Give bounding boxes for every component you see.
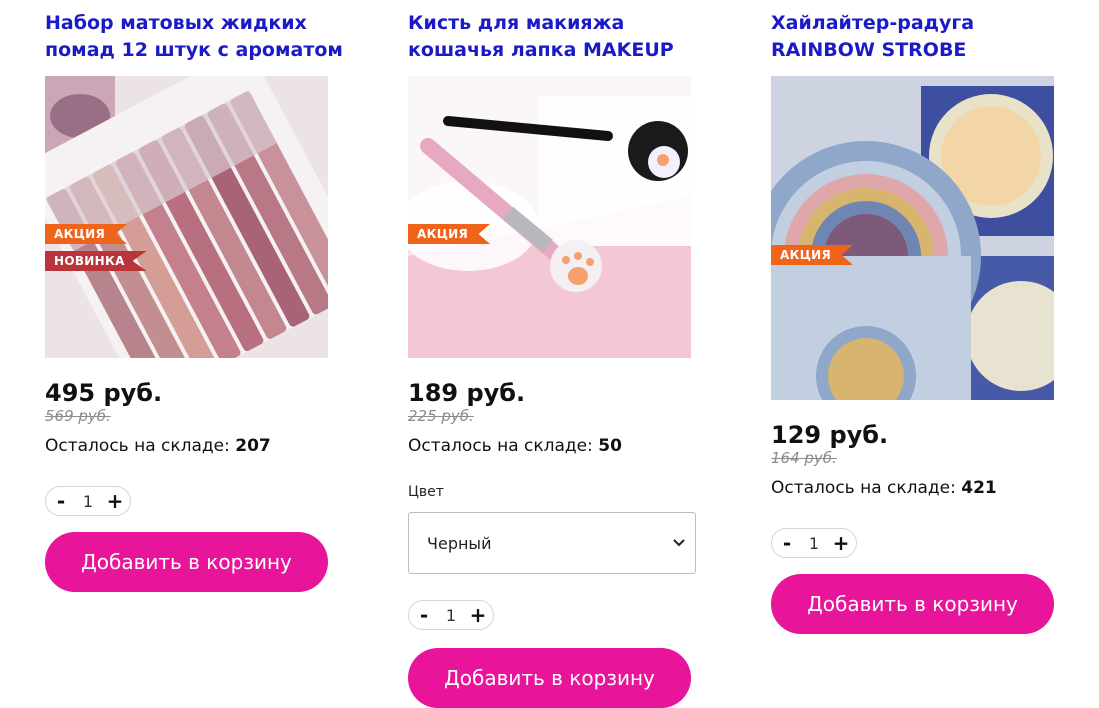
old-price: 569 руб.	[45, 407, 111, 425]
stock-label: Осталось на складе:	[45, 436, 230, 456]
stock-info: Осталось на складе: 207	[45, 435, 345, 457]
quantity-value[interactable]: 1	[438, 606, 464, 625]
product-price: 189 руб.	[408, 379, 526, 407]
color-label: Цвет	[408, 484, 444, 500]
old-price: 164 руб.	[771, 449, 837, 467]
sale-badge: АКЦИЯ	[408, 224, 491, 244]
decrease-button[interactable]: -	[774, 528, 800, 558]
quantity-value[interactable]: 1	[75, 492, 101, 511]
rainbow-highlighter-image	[771, 76, 1054, 400]
increase-button[interactable]: +	[102, 486, 128, 516]
chevron-down-icon	[673, 539, 685, 547]
stock-value: 50	[598, 436, 622, 456]
add-to-cart-button[interactable]: Добавить в корзину	[771, 574, 1054, 634]
color-select[interactable]: Черный	[408, 512, 696, 574]
quantity-stepper: - 1 +	[408, 600, 494, 630]
increase-button[interactable]: +	[465, 600, 491, 630]
product-title[interactable]: Набор матовых жидких помад 12 штук с аро…	[45, 0, 345, 64]
stock-info: Осталось на складе: 421	[771, 477, 1071, 499]
product-price: 129 руб.	[771, 421, 889, 449]
stock-label: Осталось на складе:	[771, 478, 956, 498]
stock-info: Осталось на складе: 50	[408, 435, 708, 457]
color-select-value: Черный	[427, 533, 492, 553]
stock-value: 207	[235, 436, 271, 456]
product-image[interactable]: АКЦИЯ	[408, 76, 691, 358]
quantity-value[interactable]: 1	[801, 534, 827, 553]
product-image[interactable]: АКЦИЯ	[771, 76, 1054, 400]
sale-badge: АКЦИЯ	[45, 224, 128, 244]
product-card-rainbow-highlighter: Хайлайтер-радуга RAINBOW STROBE АКЦИЯ 12…	[771, 0, 1071, 634]
product-price: 495 руб.	[45, 379, 163, 407]
product-card-lipstick-set: Набор матовых жидких помад 12 штук с аро…	[45, 0, 345, 592]
decrease-button[interactable]: -	[48, 486, 74, 516]
increase-button[interactable]: +	[828, 528, 854, 558]
stock-label: Осталось на складе:	[408, 436, 593, 456]
sale-badge: АКЦИЯ	[771, 245, 854, 265]
lipstick-set-image	[45, 76, 328, 358]
product-title[interactable]: Кисть для макияжа кошачья лапка MAKEUP	[408, 0, 708, 64]
product-image[interactable]: АКЦИЯ НОВИНКА	[45, 76, 328, 358]
quantity-stepper: - 1 +	[45, 486, 131, 516]
product-title[interactable]: Хайлайтер-радуга RAINBOW STROBE	[771, 0, 1071, 64]
add-to-cart-button[interactable]: Добавить в корзину	[408, 648, 691, 708]
add-to-cart-button[interactable]: Добавить в корзину	[45, 532, 328, 592]
cat-brush-image	[408, 76, 691, 358]
new-badge: НОВИНКА	[45, 251, 147, 271]
quantity-stepper: - 1 +	[771, 528, 857, 558]
stock-value: 421	[961, 478, 997, 498]
old-price: 225 руб.	[408, 407, 474, 425]
product-card-cat-brush: Кисть для макияжа кошачья лапка MAKEUP А…	[408, 0, 708, 708]
decrease-button[interactable]: -	[411, 600, 437, 630]
